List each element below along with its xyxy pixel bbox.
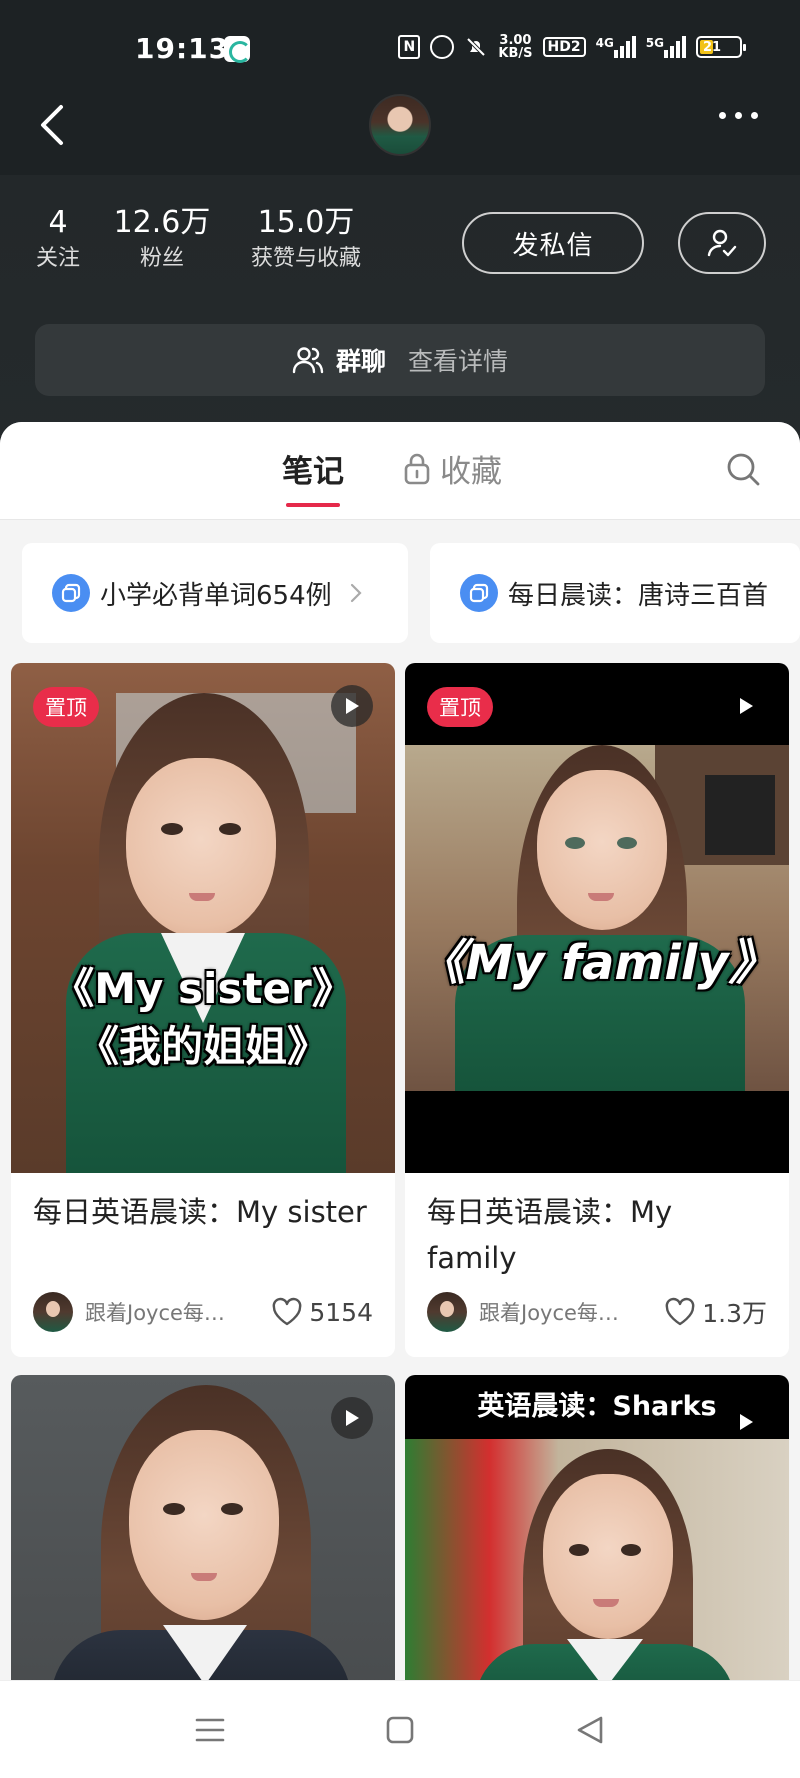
lock-icon bbox=[404, 453, 430, 484]
video-play-icon bbox=[331, 1397, 373, 1439]
signal-4g-icon: 4G bbox=[596, 36, 636, 58]
like-count: 1.3万 bbox=[702, 1299, 767, 1328]
app-notification-icon bbox=[224, 36, 251, 63]
collection-title: 小学必背单词654例 bbox=[100, 580, 332, 611]
status-time: 19:13 bbox=[135, 32, 230, 65]
tab-active-indicator bbox=[286, 503, 340, 507]
stat-likes-collects[interactable]: 15.0万 获赞与收藏 bbox=[244, 205, 368, 275]
note-card[interactable]: 英语晨读：Sharks bbox=[405, 1375, 789, 1695]
profile-header: 19:13 N 3.00 KB/S HD2 4G 5G 21 4 关注 12.6… bbox=[0, 0, 800, 460]
pinned-badge: 置顶 bbox=[33, 687, 99, 727]
send-message-button[interactable]: 发私信 bbox=[462, 212, 644, 274]
network-speed: 3.00 KB/S bbox=[498, 33, 533, 61]
cover-caption: 《My sister》 bbox=[52, 964, 354, 1013]
note-cover-image: 《My family》 bbox=[405, 663, 789, 1173]
back-nav-button[interactable] bbox=[570, 1710, 610, 1750]
note-meta: 跟着Joyce每… 1.3万 bbox=[427, 1291, 767, 1333]
video-play-icon bbox=[725, 685, 767, 727]
user-check-icon bbox=[707, 229, 737, 257]
heart-icon bbox=[665, 1297, 695, 1326]
heart-icon bbox=[272, 1297, 302, 1326]
status-icons: N 3.00 KB/S HD2 4G 5G 21 bbox=[398, 33, 746, 61]
home-nav-button[interactable] bbox=[380, 1710, 420, 1750]
note-title: 每日英语晨读：My family bbox=[427, 1195, 673, 1275]
pinned-badge: 置顶 bbox=[427, 687, 493, 727]
stat-following[interactable]: 4 关注 bbox=[34, 205, 82, 275]
triangle-back-icon bbox=[577, 1716, 603, 1743]
menu-nav-button[interactable] bbox=[190, 1710, 230, 1750]
alarm-icon bbox=[430, 35, 455, 59]
like-button[interactable]: 1.3万 bbox=[664, 1294, 767, 1330]
tab-collect[interactable]: 收藏 bbox=[402, 446, 502, 491]
search-button[interactable] bbox=[724, 450, 762, 492]
like-button[interactable]: 5154 bbox=[271, 1297, 373, 1327]
stat-followers[interactable]: 12.6万 粉丝 bbox=[112, 205, 212, 275]
tab-collect-label: 收藏 bbox=[440, 454, 502, 490]
collections-row: 小学必背单词654例 每日晨读：唐诗三百首 bbox=[0, 543, 800, 643]
profile-avatar[interactable] bbox=[369, 94, 431, 156]
follow-status-button[interactable] bbox=[678, 212, 766, 274]
video-play-icon bbox=[725, 1401, 767, 1443]
group-chat-label: 群聊 bbox=[335, 347, 386, 376]
tab-notes[interactable]: 笔记 bbox=[282, 446, 344, 507]
author-name[interactable]: 跟着Joyce每… bbox=[479, 1297, 629, 1327]
group-users-icon bbox=[292, 347, 324, 374]
menu-icon bbox=[195, 1718, 225, 1741]
author-name[interactable]: 跟着Joyce每… bbox=[85, 1297, 235, 1327]
chevron-right-icon bbox=[350, 583, 362, 603]
note-cover-image: 《My sister》 《我的姐姐》 bbox=[11, 663, 395, 1173]
square-home-icon bbox=[386, 1716, 414, 1743]
back-button[interactable] bbox=[30, 100, 74, 150]
author-avatar[interactable] bbox=[427, 1292, 467, 1332]
search-icon bbox=[727, 453, 760, 486]
note-card[interactable]: 《My sister》 《我的姐姐》 置顶 每日英语晨读：My sister 跟… bbox=[11, 663, 395, 1357]
system-nav-bar bbox=[0, 1680, 800, 1778]
content-panel: 笔记 收藏 小学必背单词654例 每日晨读：唐诗三百首 《My sister》 … bbox=[0, 422, 800, 1778]
note-meta: 跟着Joyce每… 5154 bbox=[33, 1291, 373, 1333]
tabs-bar: 笔记 收藏 bbox=[0, 422, 800, 520]
group-chat-bar[interactable]: 群聊 查看详情 bbox=[35, 324, 765, 396]
group-chat-detail: 查看详情 bbox=[408, 347, 509, 376]
chevron-left-icon bbox=[41, 105, 63, 145]
tab-notes-label: 笔记 bbox=[282, 454, 344, 490]
status-bar: 19:13 N 3.00 KB/S HD2 4G 5G 21 bbox=[0, 0, 800, 100]
more-options-button[interactable] bbox=[719, 112, 758, 119]
video-play-icon bbox=[331, 685, 373, 727]
battery-icon: 21 bbox=[696, 36, 746, 58]
nfc-icon: N bbox=[398, 35, 421, 59]
like-count: 5154 bbox=[309, 1297, 373, 1327]
collection-icon bbox=[52, 574, 90, 612]
signal-5g-icon: 5G bbox=[646, 36, 686, 58]
author-avatar[interactable] bbox=[33, 1292, 73, 1332]
cover-caption: 《我的姐姐》 bbox=[76, 1022, 329, 1071]
profile-screen: 19:13 N 3.00 KB/S HD2 4G 5G 21 4 关注 12.6… bbox=[0, 0, 800, 1778]
note-title: 每日英语晨读：My sister bbox=[33, 1195, 367, 1229]
note-card[interactable]: 《My family》 置顶 每日英语晨读：My family 跟着Joyce每… bbox=[405, 663, 789, 1357]
collection-card[interactable]: 每日晨读：唐诗三百首 bbox=[430, 543, 800, 643]
collection-card[interactable]: 小学必背单词654例 bbox=[22, 543, 408, 643]
collection-icon bbox=[460, 574, 498, 612]
cover-caption: 《My family》 bbox=[417, 935, 777, 991]
hd-icon: HD2 bbox=[542, 37, 586, 57]
collection-title: 每日晨读：唐诗三百首 bbox=[508, 580, 769, 611]
mute-icon bbox=[464, 35, 488, 59]
note-card[interactable] bbox=[11, 1375, 395, 1695]
